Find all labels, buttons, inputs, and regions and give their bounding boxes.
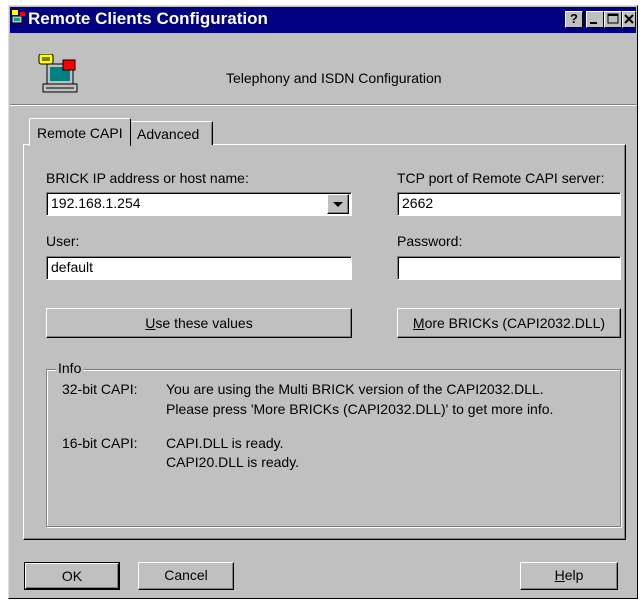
user-value: default: [51, 259, 94, 275]
capi32-line2: Please press 'More BRICKs (CAPI2032.DLL)…: [166, 401, 554, 417]
window-title: Remote Clients Configuration: [28, 9, 268, 28]
host-dropdown-button[interactable]: [327, 194, 349, 214]
ok-button[interactable]: OK: [24, 562, 120, 590]
capi16-line2: CAPI20.DLL is ready.: [166, 454, 300, 470]
port-label: TCP port of Remote CAPI server:: [397, 170, 605, 186]
help-button[interactable]: Help: [520, 562, 618, 590]
close-button[interactable]: [622, 11, 636, 28]
user-label: User:: [46, 233, 80, 249]
port-value: 2662: [402, 195, 434, 211]
capi16-label: 16-bit CAPI:: [62, 435, 138, 451]
info-title: Info: [56, 360, 84, 376]
cancel-button[interactable]: Cancel: [138, 562, 234, 590]
tab-advanced[interactable]: Advanced: [131, 121, 213, 145]
minimize-button[interactable]: [586, 11, 604, 28]
use-values-button[interactable]: Use these values: [46, 308, 352, 338]
host-value: 192.168.1.254: [51, 195, 141, 211]
password-label: Password:: [397, 233, 463, 249]
user-field[interactable]: default: [46, 256, 352, 280]
host-combobox[interactable]: 192.168.1.254: [46, 192, 352, 216]
port-field[interactable]: 2662: [397, 192, 621, 216]
chevron-down-icon: [333, 202, 343, 207]
tab-remote-capi[interactable]: Remote CAPI: [29, 118, 131, 146]
capi16-line1: CAPI.DLL is ready.: [166, 435, 284, 451]
more-bricks-button[interactable]: More BRICKs (CAPI2032.DLL): [397, 308, 621, 338]
maximize-button[interactable]: [604, 11, 622, 28]
header-text: Telephony and ISDN Configuration: [226, 70, 442, 86]
capi32-line1: You are using the Multi BRICK version of…: [166, 381, 544, 397]
capi32-label: 32-bit CAPI:: [62, 381, 138, 397]
password-field[interactable]: [397, 256, 621, 280]
app-icon[interactable]: [11, 10, 26, 26]
telephone-computer-icon: [37, 53, 81, 94]
help-title-button[interactable]: ?: [565, 11, 583, 28]
host-label: BRICK IP address or host name:: [46, 170, 249, 186]
